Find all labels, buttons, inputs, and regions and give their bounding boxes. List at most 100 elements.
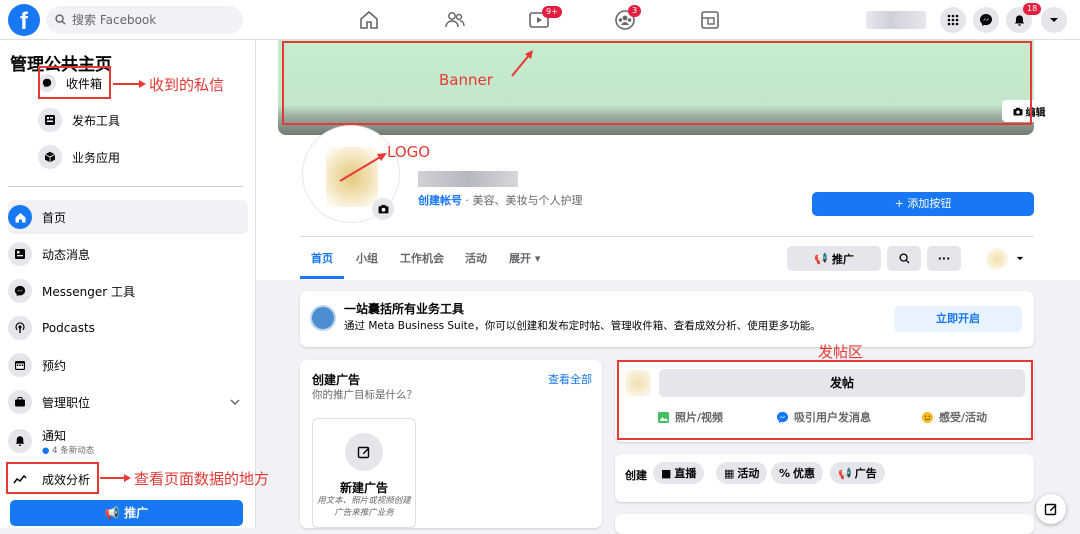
change-logo-button[interactable] (372, 198, 394, 220)
megaphone-icon: 📢 (814, 252, 828, 265)
sidebar-item-label: 预约 (42, 358, 67, 373)
home-icon (8, 205, 32, 229)
page-switcher-avatar[interactable] (986, 248, 1008, 270)
new-ad-desc: 用文本、照片或视频创建广告来推广业务 (317, 496, 411, 518)
edit-icon (1044, 503, 1057, 516)
sidebar-item-label: 动态消息 (42, 247, 91, 262)
annotation-logo-text: LOGO (387, 143, 431, 161)
search-icon (898, 253, 910, 264)
annotation-post-area-box (617, 360, 1033, 440)
live-chip[interactable]: ■ 直播 (653, 462, 705, 484)
page-category: · 美容、美妆与个人护理 (465, 194, 583, 207)
offer-chip[interactable]: % 优惠 (771, 462, 824, 484)
meta-suite-desc: 通过 Meta Business Suite，你可以创建和发布定时帖、管理收件箱… (344, 320, 821, 332)
sidebar-item-label: Messenger 工具 (42, 284, 135, 299)
sidebar-item-messenger-tools[interactable]: Messenger 工具 (8, 274, 248, 308)
sidebar-promote-button[interactable]: 📢 推广 (10, 500, 243, 526)
search-page-button[interactable] (887, 246, 921, 271)
sidebar-item-label: 管理职位 (42, 395, 91, 410)
meta-suite-title: 一站囊括所有业务工具 (344, 302, 465, 316)
new-ad-option[interactable]: 新建广告 用文本、照片或视频创建广告来推广业务 (312, 418, 416, 528)
chevron-down-icon[interactable] (230, 399, 240, 405)
create-account-link[interactable]: 创建帐号 (418, 194, 462, 207)
messenger-button[interactable] (973, 7, 999, 33)
gaming-nav-icon[interactable] (698, 8, 722, 32)
briefcase-icon (8, 390, 32, 414)
ad-chip[interactable]: 📢 广告 (830, 462, 885, 484)
watch-badge: 9+ (542, 6, 562, 18)
tab-home[interactable]: 首页 (311, 250, 333, 266)
sidebar-item-label: 发布工具 (72, 113, 121, 128)
sidebar-item-home[interactable]: 首页 (8, 200, 248, 234)
event-label: 活动 (737, 467, 760, 480)
next-post-card (615, 514, 1034, 534)
sidebar-item-publishing-tools[interactable]: 发布工具 (38, 103, 238, 137)
search-icon (55, 14, 66, 25)
groups-badge: 3 (628, 5, 642, 17)
create-ad-card: 创建广告 你的推广目标是什么？ 查看全部 新建广告 用文本、照片或视频创建广告来… (300, 360, 602, 528)
sidebar-item-appointments[interactable]: 预约 (8, 348, 248, 382)
chevron-down-icon[interactable] (1016, 256, 1024, 261)
page-subtitle: 创建帐号 · 美容、美妆与个人护理 (418, 192, 583, 208)
cube-icon (38, 145, 62, 169)
see-all-link[interactable]: 查看全部 (548, 371, 592, 387)
meta-business-suite-icon (310, 305, 336, 331)
more-options-button[interactable]: ··· (927, 246, 961, 271)
megaphone-icon: 📢 (104, 506, 120, 520)
friends-nav-icon[interactable] (443, 8, 467, 32)
megaphone-icon: 📢 (838, 466, 852, 480)
sidebar-item-notifications[interactable]: 通知 ● 4 条新动态 (8, 422, 248, 460)
sidebar-item-manage-roles[interactable]: 管理职位 (8, 385, 248, 419)
notifications-sub: ● 4 条新动态 (42, 445, 95, 456)
promote-label: 推广 (831, 252, 854, 266)
annotation-banner-box (282, 41, 1032, 125)
sidebar-item-podcasts[interactable]: Podcasts (8, 311, 248, 345)
annotation-arrow-icon (113, 80, 146, 88)
sidebar-item-business-apps[interactable]: 业务应用 (38, 140, 238, 174)
account-name-blurred[interactable] (866, 11, 926, 29)
annotation-insights-box (6, 462, 99, 494)
calendar-icon: ▦ (724, 466, 735, 480)
chevron-down-icon (1050, 18, 1058, 22)
live-label: 直播 (674, 467, 697, 480)
tab-groups[interactable]: 小组 (356, 250, 378, 266)
tag-icon: % (779, 466, 791, 480)
news-feed-icon (8, 242, 32, 266)
create-row-card: 创建 ■ 直播 ▦ 活动 % 优惠 📢 广告 (615, 454, 1034, 502)
open-now-button[interactable]: 立即开启 (894, 306, 1022, 332)
annotation-insights-text: 查看页面数据的地方 (134, 470, 270, 488)
page-name-blurred (418, 171, 518, 187)
video-camera-icon: ■ (661, 466, 672, 480)
new-message-button[interactable] (1036, 494, 1066, 524)
search-placeholder: 搜索 Facebook (72, 13, 157, 27)
facebook-logo-icon[interactable]: f (8, 4, 40, 36)
sidebar-divider (8, 186, 243, 187)
sidebar-item-label: 业务应用 (72, 150, 121, 165)
home-nav-icon[interactable] (357, 8, 381, 32)
publishing-tools-icon (38, 108, 62, 132)
add-button[interactable]: + 添加按钮 (812, 192, 1034, 216)
offer-label: 优惠 (793, 467, 816, 480)
menu-grid-button[interactable] (940, 7, 966, 33)
tab-more[interactable]: 展开 ▾ (509, 250, 540, 266)
calendar-icon (8, 353, 32, 377)
bell-icon (8, 429, 32, 453)
tab-jobs[interactable]: 工作机会 (400, 250, 444, 266)
annotation-arrow-icon (339, 153, 387, 182)
edit-icon (345, 433, 383, 471)
sidebar-item-label: Podcasts (42, 321, 95, 335)
annotation-arrow-icon (511, 50, 533, 77)
annotation-post-area-text: 发帖区 (818, 343, 864, 361)
promote-button[interactable]: 📢 推广 (787, 246, 881, 271)
grid-icon (947, 14, 959, 26)
top-bar: f 搜索 Facebook 9+ 3 18 (0, 0, 1080, 40)
notifications-badge: 18 (1023, 3, 1042, 15)
sidebar-item-label: 首页 (42, 210, 67, 225)
search-input[interactable]: 搜索 Facebook (46, 6, 243, 34)
annotation-banner-text: Banner (439, 71, 493, 89)
sidebar-item-news-feed[interactable]: 动态消息 (8, 237, 248, 271)
tab-events[interactable]: 活动 (465, 250, 487, 266)
event-chip[interactable]: ▦ 活动 (716, 462, 768, 484)
active-tab-indicator (300, 276, 344, 279)
account-dropdown-button[interactable] (1041, 7, 1067, 33)
